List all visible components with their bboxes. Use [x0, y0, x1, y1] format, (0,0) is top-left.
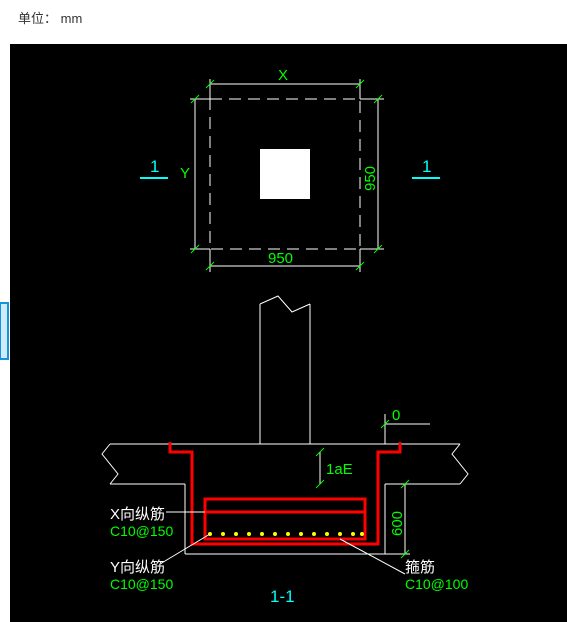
section-view: 0 — [102, 296, 468, 606]
plan-dim-x-label: X — [278, 67, 288, 84]
stirrup-label: 箍筋 — [405, 559, 435, 576]
plan-dim-bottom-value: 950 — [268, 250, 293, 267]
cad-canvas: X Y 950 — [10, 44, 567, 622]
unit-value: mm — [61, 11, 83, 26]
plan-dim-top: X — [206, 67, 364, 99]
section-anchorage-label: 1aE — [316, 448, 353, 488]
unit-prefix: 单位： — [18, 11, 57, 26]
selected-thumb-indicator[interactable] — [0, 302, 9, 360]
unit-label: 单位： mm — [18, 8, 82, 27]
svg-text:1aE: 1aE — [326, 461, 353, 478]
section-ground: 0 — [102, 407, 468, 484]
section-depth-dim: 600 — [385, 480, 410, 558]
section-overhang-value: 0 — [392, 407, 400, 424]
svg-text:1: 1 — [422, 157, 431, 176]
section-column — [260, 296, 310, 444]
y-bar-label: Y向纵筋 — [110, 559, 165, 576]
section-cut-left: 1 — [140, 157, 168, 178]
drawing-svg: X Y 950 — [10, 44, 567, 622]
plan-dim-right: 950 — [360, 95, 384, 253]
plan-view: X Y 950 — [140, 67, 440, 272]
section-cut-right: 1 — [412, 157, 440, 178]
plan-dim-bottom: 950 — [206, 249, 364, 272]
section-y-bar-dots — [208, 532, 364, 536]
plan-dim-right-value: 950 — [362, 166, 379, 191]
section-title: 1-1 — [270, 587, 295, 606]
stirrup-spec: C10@100 — [405, 576, 468, 592]
svg-text:600: 600 — [389, 511, 406, 536]
x-bar-label: X向纵筋 — [110, 506, 165, 523]
plan-column — [260, 149, 310, 199]
x-bar-spec: C10@150 — [110, 523, 173, 539]
plan-dim-y-label: Y — [180, 165, 190, 182]
plan-dim-left: Y — [180, 95, 210, 253]
y-bar-spec: C10@150 — [110, 576, 173, 592]
svg-text:1: 1 — [150, 157, 159, 176]
